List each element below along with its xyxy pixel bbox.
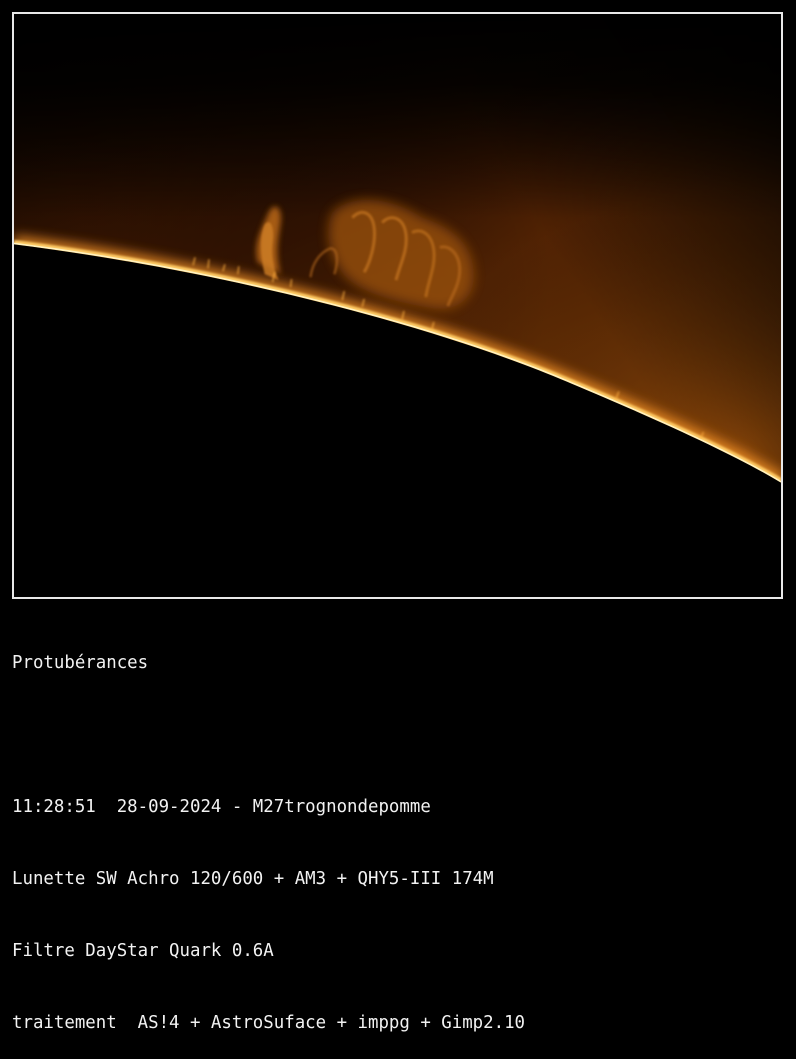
- caption-processing: traitement AS!4 + AstroSuface + imppg + …: [12, 1013, 526, 1033]
- caption-title: Protubérances: [12, 653, 149, 673]
- solar-photo: [12, 12, 783, 599]
- photo-caption: Protubérances 11:28:51 28-09-2024 - M27t…: [12, 603, 787, 1059]
- caption-equipment: Lunette SW Achro 120/600 + AM3 + QHY5-II…: [12, 869, 494, 889]
- solar-prominence-image: [14, 14, 781, 597]
- caption-time-author: 11:28:51 28-09-2024 - M27trognondepomme: [12, 797, 431, 817]
- caption-filter: Filtre DayStar Quark 0.6A: [12, 941, 274, 961]
